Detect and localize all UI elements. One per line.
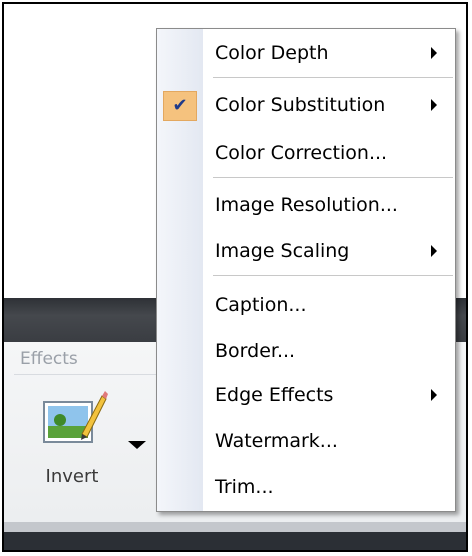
menu-item-label: Border... [215,340,296,362]
menu-item-color-substitution[interactable]: ✔ Color Substitution [157,85,455,125]
bottom-bar [4,532,466,550]
menu-item-color-correction[interactable]: Color Correction... [157,133,455,173]
menu-item-edge-effects[interactable]: Edge Effects [157,375,455,415]
menu-item-watermark[interactable]: Watermark... [157,421,455,461]
menu-item-color-depth[interactable]: Color Depth [157,33,455,73]
menu-separator [213,177,453,179]
menu-item-label: Image Resolution... [215,194,398,216]
menu-separator [213,77,453,79]
menu-item-label: Color Depth [215,42,329,64]
invert-dropdown-arrow-icon[interactable] [128,441,146,449]
group-divider [14,374,159,375]
checked-indicator: ✔ [163,91,197,121]
menu-item-label: Caption... [215,294,307,316]
submenu-arrow-icon [431,245,437,257]
effects-group-label: Effects [20,349,78,369]
menu-item-caption[interactable]: Caption... [157,285,455,325]
menu-item-trim[interactable]: Trim... [157,467,455,507]
checkmark-icon: ✔ [172,95,188,116]
menu-item-border[interactable]: Border... [157,331,455,371]
menu-item-label: Watermark... [215,430,338,452]
status-strip [4,522,466,532]
effects-context-menu: Color Depth ✔ Color Substitution Color C… [156,28,456,512]
submenu-arrow-icon [431,389,437,401]
menu-item-label: Trim... [215,476,274,498]
submenu-arrow-icon [431,47,437,59]
image-edit-icon [43,391,108,443]
menu-item-label: Color Correction... [215,142,388,164]
menu-item-label: Edge Effects [215,384,334,406]
menu-item-image-scaling[interactable]: Image Scaling [157,231,455,271]
menu-separator [213,275,453,277]
submenu-arrow-icon [431,99,437,111]
menu-item-label: Color Substitution [215,94,386,116]
menu-item-label: Image Scaling [215,240,350,262]
invert-button[interactable]: Invert [32,386,124,498]
menu-item-image-resolution[interactable]: Image Resolution... [157,185,455,225]
invert-label: Invert [45,466,99,487]
